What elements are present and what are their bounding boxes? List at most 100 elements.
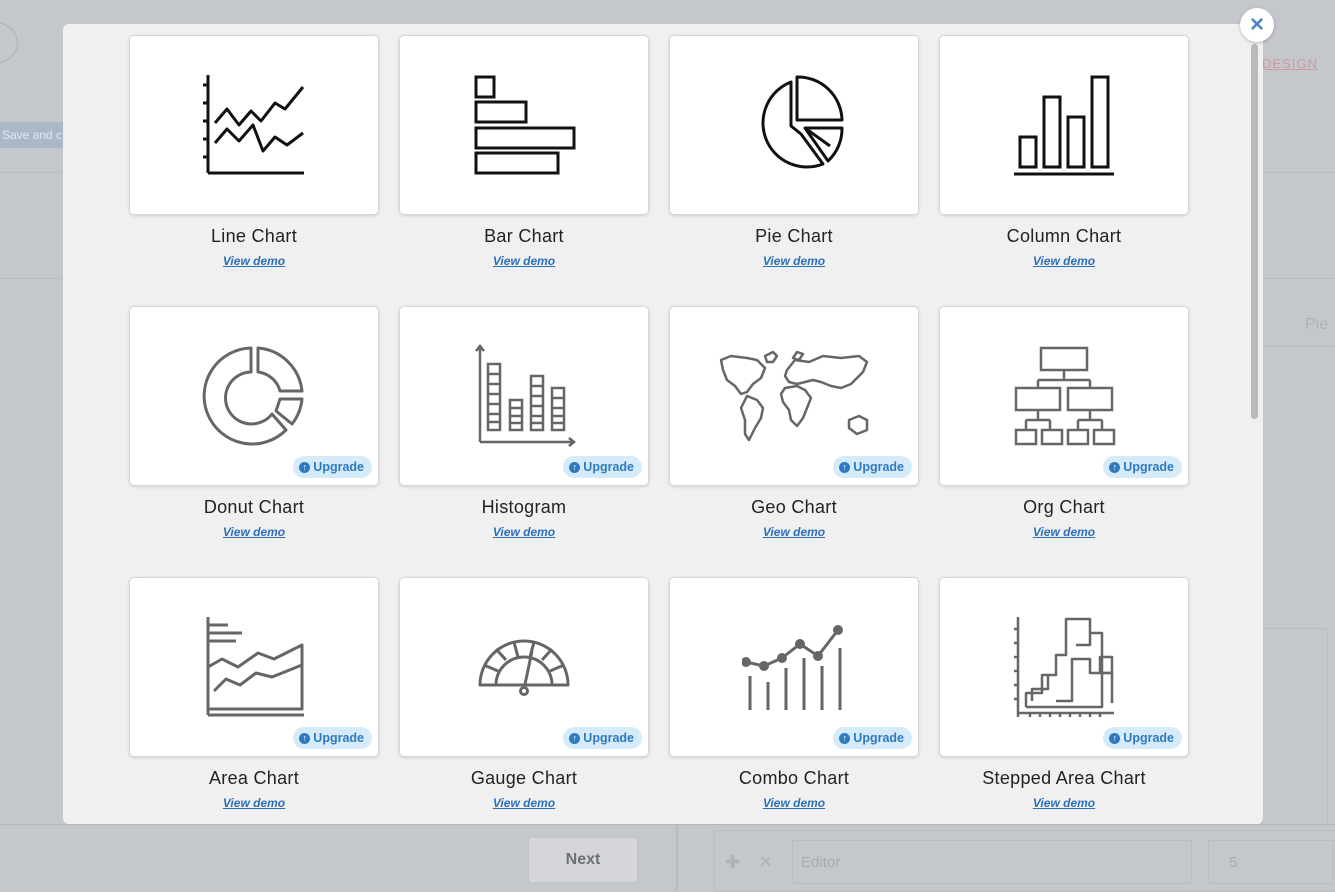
donut-chart-card[interactable]: ↑ Upgrade xyxy=(129,306,379,486)
chart-title: Column Chart xyxy=(1006,226,1122,246)
view-demo-link[interactable]: View demo xyxy=(399,525,649,539)
line-chart-card[interactable] xyxy=(129,35,379,215)
upgrade-label: Upgrade xyxy=(853,460,904,474)
view-demo-link[interactable]: View demo xyxy=(129,254,379,268)
upgrade-badge[interactable]: ↑ Upgrade xyxy=(833,727,912,749)
upgrade-label: Upgrade xyxy=(583,731,634,745)
upgrade-badge[interactable]: ↑ Upgrade xyxy=(563,456,642,478)
modal-scrollbar-thumb[interactable] xyxy=(1251,44,1258,419)
upgrade-arrow-icon: ↑ xyxy=(569,461,581,473)
upgrade-label: Upgrade xyxy=(1123,460,1174,474)
upgrade-label: Upgrade xyxy=(853,731,904,745)
combo-chart-card[interactable]: ↑ Upgrade xyxy=(669,577,919,757)
chart-title: Gauge Chart xyxy=(470,768,578,788)
chart-option-pie: Pie Chart View demo xyxy=(669,35,919,306)
chart-title: Stepped Area Chart xyxy=(982,768,1146,788)
chart-option-geo: ↑ Upgrade Geo Chart View demo xyxy=(669,306,919,577)
view-demo-link[interactable]: View demo xyxy=(939,796,1189,810)
upgrade-arrow-icon: ↑ xyxy=(1109,732,1121,744)
org-chart-icon xyxy=(1014,346,1116,446)
background-plus-icon: ✚ xyxy=(725,852,741,872)
view-demo-link[interactable]: View demo xyxy=(669,254,919,268)
chart-title: Bar Chart xyxy=(484,226,564,246)
upgrade-label: Upgrade xyxy=(1123,731,1174,745)
chart-title: Histogram xyxy=(481,497,567,517)
close-modal-button[interactable]: × xyxy=(1240,8,1274,42)
line-chart-icon xyxy=(203,75,305,175)
gauge-icon xyxy=(478,639,570,696)
upgrade-arrow-icon: ↑ xyxy=(299,461,311,473)
background-avatar xyxy=(0,22,18,64)
chart-type-modal: Line Chart View demo Bar Chart View demo xyxy=(63,24,1263,824)
donut-chart-icon xyxy=(202,346,304,446)
view-demo-link[interactable]: View demo xyxy=(669,796,919,810)
upgrade-badge[interactable]: ↑ Upgrade xyxy=(1103,727,1182,749)
chart-option-combo: ↑ Upgrade Combo Chart View demo xyxy=(669,577,919,824)
gauge-card[interactable]: ↑ Upgrade xyxy=(399,577,649,757)
view-demo-link[interactable]: View demo xyxy=(939,525,1189,539)
modal-scrollbar[interactable] xyxy=(1251,44,1258,824)
view-demo-link[interactable]: View demo xyxy=(669,525,919,539)
chart-option-org: ↑ Upgrade Org Chart View demo xyxy=(939,306,1189,577)
upgrade-badge[interactable]: ↑ Upgrade xyxy=(293,456,372,478)
upgrade-arrow-icon: ↑ xyxy=(839,732,851,744)
chart-option-donut: ↑ Upgrade Donut Chart View demo xyxy=(129,306,379,577)
chart-title: Combo Chart xyxy=(738,768,850,788)
view-demo-link[interactable]: View demo xyxy=(399,254,649,268)
background-separator xyxy=(676,824,678,890)
view-demo-link[interactable]: View demo xyxy=(939,254,1189,268)
column-chart-icon xyxy=(1014,75,1114,176)
upgrade-badge[interactable]: ↑ Upgrade xyxy=(293,727,372,749)
background-pie-tab: Pie xyxy=(1305,316,1329,333)
upgrade-label: Upgrade xyxy=(313,460,364,474)
histogram-icon xyxy=(475,344,576,447)
view-demo-link[interactable]: View demo xyxy=(399,796,649,810)
upgrade-arrow-icon: ↑ xyxy=(839,461,851,473)
chart-title: Pie Chart xyxy=(755,226,833,246)
chart-option-bar: Bar Chart View demo xyxy=(399,35,649,306)
chart-option-histogram: ↑ Upgrade Histogram View demo xyxy=(399,306,649,577)
combo-chart-icon xyxy=(742,625,843,710)
chart-option-stepped-area: ↑ Upgrade Stepped Area Chart View demo xyxy=(939,577,1189,824)
bar-chart-icon xyxy=(474,75,576,175)
upgrade-badge[interactable]: ↑ Upgrade xyxy=(563,727,642,749)
geo-chart-card[interactable]: ↑ Upgrade xyxy=(669,306,919,486)
next-button: Next xyxy=(528,837,638,883)
chart-option-column: Column Chart View demo xyxy=(939,35,1189,306)
chart-title: Line Chart xyxy=(210,226,298,246)
background-design-link: DESIGN xyxy=(1262,56,1318,71)
upgrade-arrow-icon: ↑ xyxy=(299,732,311,744)
chart-title: Geo Chart xyxy=(751,497,837,517)
stepped-area-card[interactable]: ↑ Upgrade xyxy=(939,577,1189,757)
chart-option-area: ↑ Upgrade Area Chart View demo xyxy=(129,577,379,824)
chart-option-line: Line Chart View demo xyxy=(129,35,379,306)
org-chart-card[interactable]: ↑ Upgrade xyxy=(939,306,1189,486)
close-icon: × xyxy=(1249,11,1264,38)
area-chart-card[interactable]: ↑ Upgrade xyxy=(129,577,379,757)
background-editor-field: Editor xyxy=(792,840,1192,884)
background-close-icon: ✕ xyxy=(759,854,773,871)
chart-option-gauge: ↑ Upgrade Gauge Chart View demo xyxy=(399,577,649,824)
histogram-card[interactable]: ↑ Upgrade xyxy=(399,306,649,486)
stepped-area-icon xyxy=(1014,617,1114,717)
view-demo-link[interactable]: View demo xyxy=(129,796,379,810)
upgrade-badge[interactable]: ↑ Upgrade xyxy=(833,456,912,478)
view-demo-link[interactable]: View demo xyxy=(129,525,379,539)
background-number-field: 5 xyxy=(1208,840,1334,884)
chart-title: Org Chart xyxy=(1023,497,1105,517)
background-divider xyxy=(1262,346,1335,347)
upgrade-badge[interactable]: ↑ Upgrade xyxy=(1103,456,1182,478)
chart-title: Area Chart xyxy=(208,768,300,788)
pie-chart-icon xyxy=(761,75,844,169)
upgrade-arrow-icon: ↑ xyxy=(1109,461,1121,473)
upgrade-arrow-icon: ↑ xyxy=(569,732,581,744)
pie-chart-card[interactable] xyxy=(669,35,919,215)
upgrade-label: Upgrade xyxy=(313,731,364,745)
background-side-panel xyxy=(1262,628,1328,830)
bar-chart-card[interactable] xyxy=(399,35,649,215)
chart-title: Donut Chart xyxy=(203,497,305,517)
area-chart-icon xyxy=(206,617,304,717)
upgrade-label: Upgrade xyxy=(583,460,634,474)
world-map-icon xyxy=(719,350,869,442)
column-chart-card[interactable] xyxy=(939,35,1189,215)
